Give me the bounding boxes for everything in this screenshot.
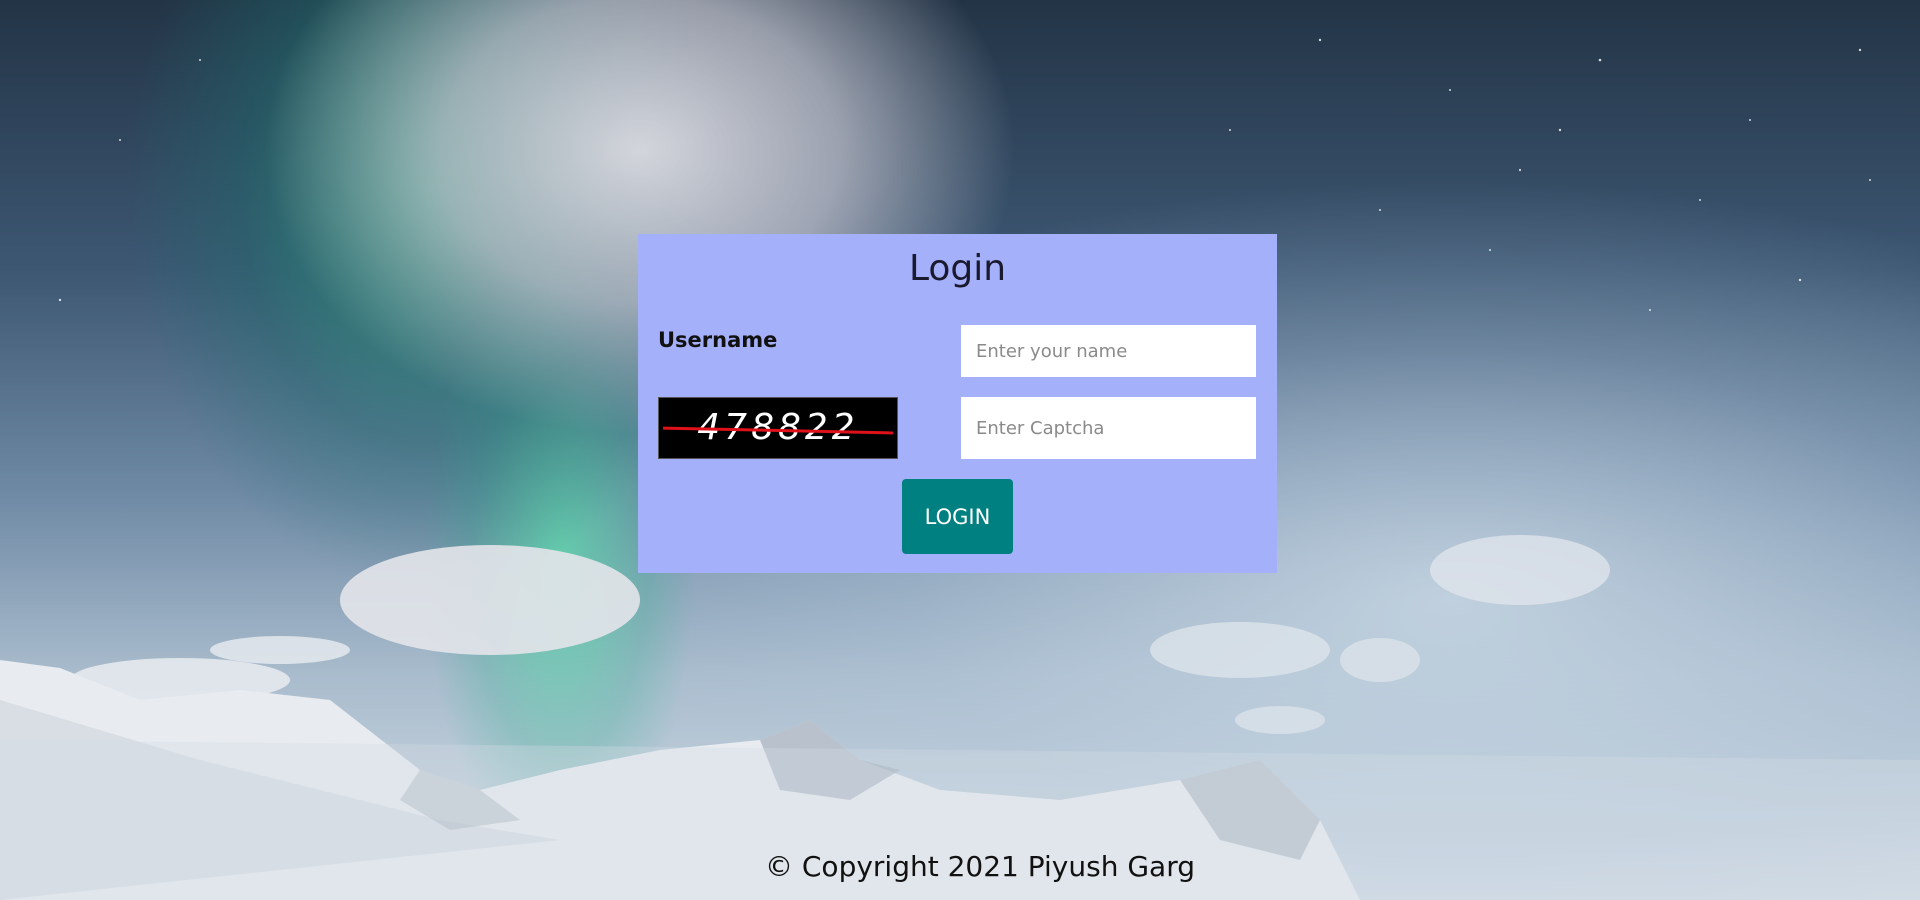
captcha-input[interactable] xyxy=(961,397,1256,459)
copyright-footer: © Copyright 2021 Piyush Garg xyxy=(764,850,1196,883)
login-card: Login Username 478822 LOGIN xyxy=(638,234,1277,573)
login-button[interactable]: LOGIN xyxy=(902,479,1013,554)
login-title: Login xyxy=(908,248,1007,289)
captcha-image: 478822 xyxy=(658,397,898,459)
username-input[interactable] xyxy=(961,325,1256,377)
username-label: Username xyxy=(658,328,778,352)
